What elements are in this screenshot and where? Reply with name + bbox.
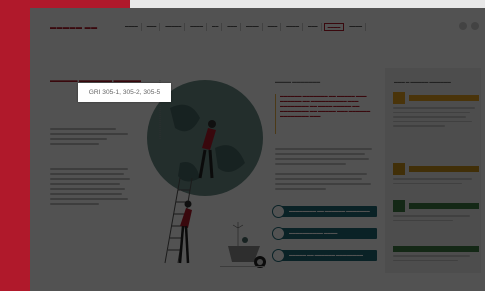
nav-item[interactable]: ▬▬▬▬ xyxy=(283,23,303,31)
sdg-side-panel: ▬▬▬ ▬ ▬▬▬▬▬ ▬▬▬▬▬▬ xyxy=(385,68,481,273)
action-item-label: ▬▬▬▬▬▬▬▬ ▬▬ ▬▬▬▬▬▬ ▬▬▬▬▬▬▬ xyxy=(289,209,370,213)
action-item-label: ▬▬▬▬▬▬▬▬▬▬ ▬▬▬▬ xyxy=(289,231,338,235)
header-icons xyxy=(459,22,479,30)
step-number-3 xyxy=(272,249,285,262)
step-number-2 xyxy=(272,227,285,240)
action-item-1[interactable]: ▬▬▬▬▬▬▬▬ ▬▬ ▬▬▬▬▬▬ ▬▬▬▬▬▬▬ xyxy=(272,205,377,218)
nav-item[interactable]: ▬▬▬▬▬ xyxy=(162,23,186,31)
red-side-band xyxy=(0,0,30,291)
action-item-3[interactable]: ▬▬▬▬▬ ▬▬ ▬▬▬▬▬▬ ▬▬▬▬▬▬▬▬ ▬▬▬▬ xyxy=(272,249,377,268)
brand-logo[interactable]: ▬▬▬▬▬ ▬▬ xyxy=(50,25,98,31)
sdg-entry xyxy=(393,92,479,127)
sdg-entry xyxy=(393,246,479,261)
sdg-7-icon xyxy=(393,92,405,104)
share-icon[interactable] xyxy=(459,22,467,30)
sdg-entry xyxy=(393,163,479,184)
report-header: ▬▬▬▬▬ ▬▬ ▬▬▬▬ ▬▬▬ ▬▬▬▬▬ ▬▬▬▬ ▬▬ ▬▬▬ ▬▬▬▬… xyxy=(30,8,485,46)
action-item-2[interactable]: ▬▬▬▬▬▬▬▬▬▬ ▬▬▬▬ xyxy=(272,227,377,240)
nav-item-active[interactable]: ▬▬▬▬ xyxy=(323,23,345,31)
column-heading: ▬▬▬▬ ▬▬▬▬▬▬▬ xyxy=(275,79,321,84)
person-climbing xyxy=(180,208,192,228)
report-page: ▬▬▬▬▬ ▬▬ ▬▬▬▬ ▬▬▬ ▬▬▬▬▬ ▬▬▬▬ ▬▬ ▬▬▬ ▬▬▬▬… xyxy=(30,8,485,291)
nav-item[interactable]: ▬▬▬ xyxy=(265,23,282,31)
sdg-11-icon xyxy=(393,163,405,175)
nav-item[interactable]: ▬▬ xyxy=(209,23,223,31)
step-number-1 xyxy=(272,205,285,218)
nav-item[interactable]: ▬▬▬▬ xyxy=(346,23,367,31)
nav-item[interactable]: ▬▬▬▬ xyxy=(122,23,142,31)
highlight-callout: ▬▬▬▬▬▬ ▬▬▬▬▬▬▬ ▬▬ ▬▬▬▬▬ ▬▬▬ ▬▬▬▬▬▬ ▬▬ ▬▬… xyxy=(275,94,380,134)
top-navigation: ▬▬▬▬ ▬▬▬ ▬▬▬▬▬ ▬▬▬▬ ▬▬ ▬▬▬ ▬▬▬▬ ▬▬▬ ▬▬▬▬… xyxy=(122,23,367,31)
gri-indicator-tag: GRI 305-1, 305-2, 305-5 xyxy=(78,83,171,102)
nav-item[interactable]: ▬▬▬ xyxy=(224,23,241,31)
red-top-band xyxy=(0,0,130,8)
nav-item[interactable]: ▬▬▬ xyxy=(144,23,161,31)
nav-item[interactable]: ▬▬▬▬ xyxy=(187,23,207,31)
sdg-13-icon xyxy=(393,200,405,212)
action-item-label: ▬▬▬▬▬ ▬▬ ▬▬▬▬▬▬ ▬▬▬▬▬▬▬▬ ▬▬▬▬ xyxy=(289,253,364,268)
sdg-entry xyxy=(393,200,479,221)
nav-item[interactable]: ▬▬▬▬ xyxy=(243,23,263,31)
sdg-panel-title: ▬▬▬ ▬ ▬▬▬▬▬ ▬▬▬▬▬▬ xyxy=(394,80,451,84)
menu-icon[interactable] xyxy=(471,22,479,30)
nav-item[interactable]: ▬▬▬ xyxy=(305,23,322,31)
body-text-placeholder xyxy=(275,148,377,193)
